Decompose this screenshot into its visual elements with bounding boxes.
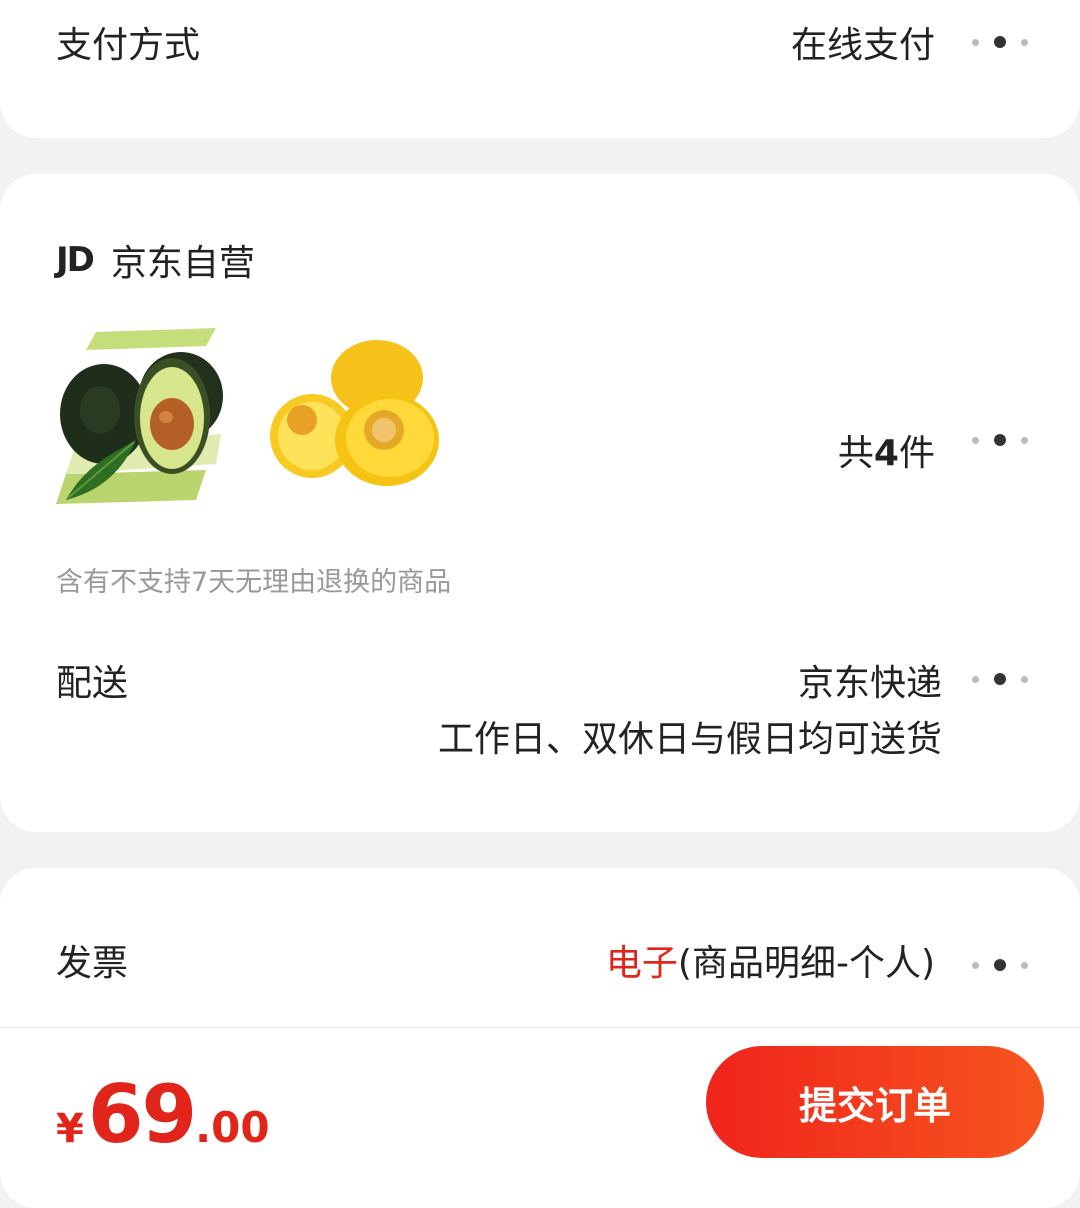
payment-method-value: 在线支付	[790, 25, 935, 66]
more-dots-icon[interactable]	[972, 959, 1028, 971]
submit-order-button[interactable]: 提交订单	[706, 1046, 1044, 1158]
item-count: 共4件	[837, 433, 935, 474]
product-image-avocado[interactable]	[56, 324, 226, 506]
payment-method-label: 支付方式	[56, 25, 201, 66]
more-dots-icon[interactable]	[972, 434, 1028, 446]
invoice-detail: (商品明细-个人)	[677, 943, 935, 984]
total-price: ¥ 69 .00	[56, 1068, 270, 1161]
jd-logo: JD	[56, 240, 95, 280]
delivery-label: 配送	[56, 663, 129, 704]
invoice-type: 电子	[605, 943, 678, 984]
price-decimal: .00	[195, 1103, 270, 1152]
more-dots-icon[interactable]	[972, 36, 1028, 48]
payment-method-row[interactable]: 支付方式 在线支付	[0, 0, 1080, 138]
more-dots-icon[interactable]	[972, 673, 1028, 685]
currency-symbol: ¥	[56, 1106, 84, 1152]
invoice-label: 发票	[56, 943, 129, 984]
delivery-time: 工作日、双休日与假日均可送货	[437, 719, 942, 760]
checkout-bar: ¥ 69 .00 提交订单	[0, 1027, 1080, 1161]
delivery-method[interactable]: 京东快递	[798, 666, 942, 702]
invoice-value: 电子(商品明细-个人)	[606, 946, 935, 982]
shop-name: 京东自营	[110, 243, 255, 284]
shop-card: JD 京东自营 共4件 含有不支持7天无理由退换的商品 配送 京东快递 工作日、…	[0, 174, 1080, 832]
price-integer: 69	[87, 1068, 197, 1161]
product-image-peach[interactable]	[262, 340, 442, 490]
shop-header: JD 京东自营	[56, 234, 255, 286]
return-policy-notice: 含有不支持7天无理由退换的商品	[56, 567, 452, 598]
